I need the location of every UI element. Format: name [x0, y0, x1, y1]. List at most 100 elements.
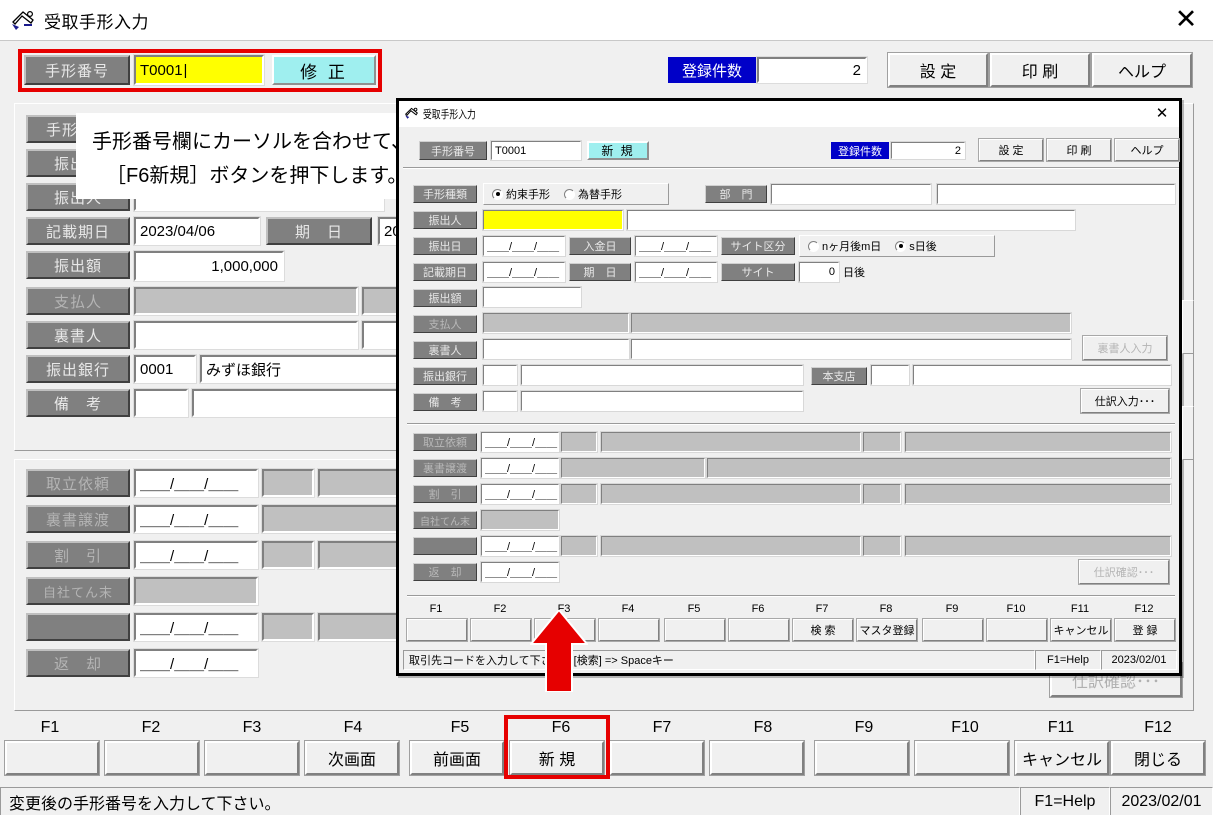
dialog-settings-button[interactable]: 設 定 [978, 138, 1044, 162]
dialog-due-date-value[interactable]: ＿＿/＿＿/＿＿ [634, 261, 718, 283]
fkey-button-f8[interactable] [709, 740, 805, 776]
dialog-issue-date-label: 振出日 [413, 237, 477, 255]
app-icon [10, 8, 36, 32]
dialog-fkey-button-f1[interactable] [406, 618, 468, 642]
dialog-drawer-name[interactable] [626, 209, 1076, 231]
dialog-title: 受取手形入力 [423, 109, 476, 121]
amount-value[interactable]: 1,000,000 [133, 250, 285, 282]
close-icon[interactable]: ✕ [1169, 2, 1203, 36]
dialog-help-button[interactable]: ヘルプ [1114, 138, 1180, 162]
due-date-label: 期 日 [266, 217, 372, 245]
dialog-issue-date-value[interactable]: ＿＿/＿＿/＿＿ [482, 235, 566, 257]
dialog-fkey-num-f4: F4 [621, 603, 635, 615]
fkey-button-f4-next-page[interactable]: 次画面 [304, 740, 400, 776]
fkey-button-f12-close[interactable]: 閉じる [1110, 740, 1206, 776]
dialog-endorser-code[interactable] [482, 338, 630, 360]
bank-code[interactable]: 0001 [133, 354, 197, 384]
record-date-value[interactable]: 2023/04/06 [133, 216, 261, 246]
dialog-site-label: サイト [721, 263, 795, 281]
radio-s-days-later[interactable]: s日後 [895, 238, 937, 254]
fkey-button-f7[interactable] [609, 740, 705, 776]
dialog-site-kind-radio-group[interactable]: nヶ月後m日 s日後 [799, 235, 995, 257]
dialog-bill-kind-radio-group[interactable]: 約束手形 為替手形 [483, 183, 669, 205]
fkey-button-f11-cancel[interactable]: キャンセル [1014, 740, 1110, 776]
dialog-fkey-button-f8-master-register[interactable]: マスタ登録 [856, 618, 918, 642]
main-fkey-strip: F1 F2 F3 F4 F5 F6 F7 F8 F9 F10 F11 F12 次… [0, 713, 1213, 783]
memo-code[interactable] [133, 388, 189, 418]
dialog-dept-name[interactable] [936, 183, 1176, 205]
dialog-discount-date: ＿＿/＿＿/＿＿ [480, 483, 560, 505]
radio-label-promissory: 約束手形 [506, 189, 550, 201]
other-status-label [26, 613, 130, 641]
close-icon[interactable]: ✕ [1153, 104, 1171, 122]
dialog-status-badge: 新 規 [587, 141, 649, 160]
settings-button[interactable]: 設 定 [887, 52, 989, 88]
bill-no-input[interactable]: T0001 | [133, 54, 265, 86]
fkey-num-f6: F6 [551, 719, 571, 736]
fkey-button-f1[interactable] [4, 740, 100, 776]
dialog-drawer-code[interactable] [482, 209, 624, 231]
radio-icon-selected [492, 188, 503, 200]
dialog-branch-label: 本支店 [811, 367, 867, 385]
radio-n-months-m-days[interactable]: nヶ月後m日 [808, 238, 881, 254]
dialog-fkey-button-f7-search[interactable]: 検 索 [792, 618, 854, 642]
dialog-fkey-num-f1: F1 [429, 603, 443, 615]
bank-label: 振出銀行 [26, 355, 130, 383]
dialog-other-status-label [413, 537, 477, 555]
dialog-fkey-button-f11-cancel[interactable]: キャンセル [1050, 618, 1112, 642]
main-scroll-strip-lower[interactable] [1182, 406, 1194, 460]
dialog-branch-code[interactable] [870, 364, 910, 386]
dialog-other-status-code [560, 535, 598, 557]
dialog-branch-name[interactable] [912, 364, 1172, 386]
dialog-amount-value[interactable] [482, 286, 582, 308]
dialog-fkey-button-f6[interactable] [728, 618, 790, 642]
fkey-button-f3[interactable] [204, 740, 300, 776]
print-button[interactable]: 印 刷 [989, 52, 1091, 88]
dialog-bill-no-input[interactable]: T0001 [490, 140, 582, 161]
dialog-dept-code[interactable] [770, 183, 932, 205]
dialog-journal-entry-button[interactable]: 仕訳入力･･･ [1080, 388, 1170, 414]
payer-label: 支払人 [26, 287, 130, 315]
fkey-button-f6-new[interactable]: 新 規 [509, 740, 605, 776]
fkey-button-f10[interactable] [914, 740, 1010, 776]
dialog-bill-kind-label: 手形種類 [413, 185, 477, 203]
radio-label-n-months: nヶ月後m日 [822, 241, 882, 253]
dialog-site-unit: 日後 [843, 267, 865, 279]
main-scroll-strip-upper[interactable] [1182, 300, 1194, 354]
fkey-button-f5-prev-page[interactable]: 前画面 [409, 740, 505, 776]
dialog-discount-code [560, 483, 598, 505]
dialog-bank-code[interactable] [482, 364, 518, 386]
dialog-return-date: ＿＿/＿＿/＿＿ [480, 561, 560, 583]
dialog-fkey-button-f2[interactable] [470, 618, 532, 642]
dialog-print-button[interactable]: 印 刷 [1046, 138, 1112, 162]
other-status-code [261, 612, 315, 642]
dialog-journal-confirm-button[interactable]: 仕訳確認･･･ [1078, 559, 1170, 585]
bill-no-value: T0001 [140, 61, 183, 79]
dialog-bank-name[interactable] [520, 364, 804, 386]
dialog-record-date-value[interactable]: ＿＿/＿＿/＿＿ [482, 261, 566, 283]
fkey-button-f2[interactable] [104, 740, 200, 776]
return-date: ＿＿/＿＿/＿＿ [133, 648, 259, 678]
dialog-fkey-button-f9[interactable] [922, 618, 984, 642]
radio-promissory-note[interactable]: 約束手形 [492, 186, 550, 202]
dialog-fkey-button-f12-register[interactable]: 登 録 [1114, 618, 1176, 642]
dialog-memo-value[interactable] [520, 390, 804, 412]
dialog-deposit-date-value[interactable]: ＿＿/＿＿/＿＿ [634, 235, 718, 257]
dialog-bank-label: 振出銀行 [413, 367, 477, 385]
endorser-code[interactable] [133, 320, 359, 350]
dialog-fkey-num-f11: F11 [1070, 603, 1090, 615]
dialog-memo-code[interactable] [482, 390, 518, 412]
dialog-site-value[interactable]: 0 [798, 261, 840, 283]
fkey-button-f9[interactable] [814, 740, 910, 776]
dialog-fkey-button-f4[interactable] [598, 618, 660, 642]
dialog-endorser-name[interactable] [630, 338, 1072, 360]
discount-code [261, 540, 315, 570]
pointer-arrow-icon [528, 608, 590, 693]
radio-bill-of-exchange[interactable]: 為替手形 [564, 186, 622, 202]
dialog-collect-request-label: 取立依頼 [413, 433, 477, 451]
dialog-fkey-button-f10[interactable] [986, 618, 1048, 642]
dialog-fkey-button-f5[interactable] [664, 618, 726, 642]
help-button[interactable]: ヘルプ [1091, 52, 1193, 88]
dialog-endorser-entry-button[interactable]: 裏書人入力 [1082, 335, 1168, 361]
dialog-endorse-transfer-name [706, 457, 1172, 479]
